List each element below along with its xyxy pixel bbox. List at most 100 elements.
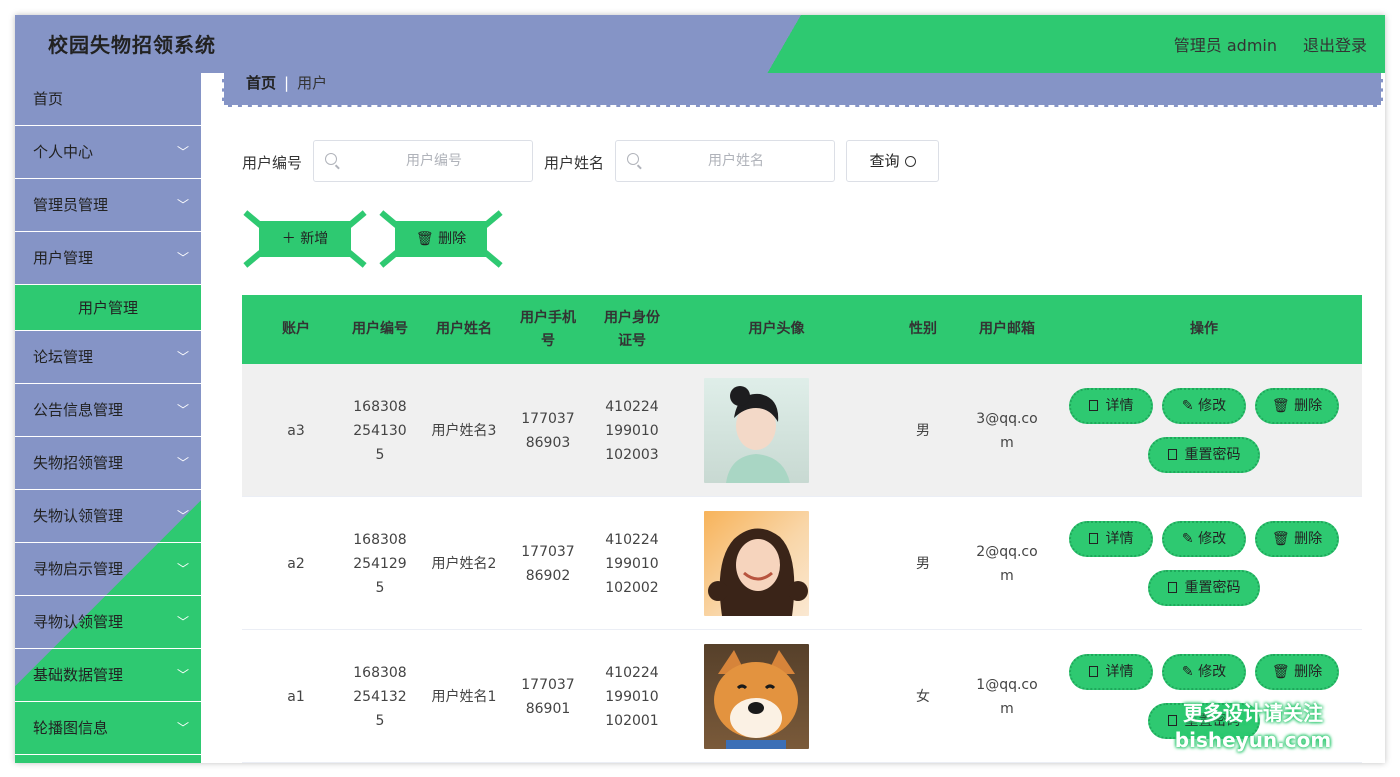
column-header-id-card: 用户身份证号: [590, 295, 674, 364]
cell-email: 1@qq.com: [967, 630, 1047, 763]
chevron-down-icon: ﹀: [177, 490, 189, 542]
sidebar-item-label: 用户管理: [33, 249, 93, 267]
cell-user-name: 用户姓名3: [422, 364, 506, 497]
search-icon: [627, 153, 639, 165]
sidebar-item-forum-management[interactable]: 论坛管理﹀: [15, 331, 201, 384]
watermark-line-1: 更多设计请关注: [1173, 700, 1333, 727]
sidebar-subitem-user-management[interactable]: 用户管理: [15, 285, 201, 331]
app-title: 校园失物招领系统: [48, 29, 216, 58]
cell-id-card: 410224199010102002: [590, 497, 674, 630]
cell-gender: 男: [879, 497, 967, 630]
sidebar-item-lost-found-management[interactable]: 失物招领管理 ﹀: [15, 437, 201, 490]
column-header-user-name: 用户姓名: [422, 295, 506, 364]
edit-button[interactable]: ✎ 修改: [1162, 388, 1246, 424]
chevron-down-icon: ﹀: [177, 649, 189, 701]
cell-ops: 详情 ✎ 修改 🗑 删除 重置密码: [1069, 364, 1339, 497]
column-header-user-no: 用户编号: [338, 295, 422, 364]
sidebar-item-label: 管理员管理: [33, 196, 108, 214]
sidebar-item-admin-management[interactable]: 管理员管理 ﹀: [15, 179, 201, 232]
delete-button[interactable]: 🗑 删除: [1255, 654, 1339, 690]
cell-avatar: [674, 630, 879, 763]
sidebar-item-label: 失物认领管理: [33, 507, 123, 525]
avatar: [704, 378, 809, 483]
cell-phone: 17703786902: [506, 497, 590, 630]
cell-user-no: 1683082541325: [338, 630, 422, 763]
add-button-label: 新增: [300, 231, 328, 247]
breadcrumb-separator: |: [284, 74, 289, 92]
sidebar-item-label: 个人中心: [33, 143, 93, 161]
table-row: a3 1683082541305 用户姓名3 17703786903 41022…: [242, 364, 1362, 497]
sidebar-item-home[interactable]: 首页: [15, 73, 201, 126]
cell-email: 2@qq.com: [967, 497, 1047, 630]
current-user-label: 管理员 admin: [1174, 32, 1277, 56]
detail-button[interactable]: 详情: [1069, 654, 1153, 690]
document-icon: [1168, 582, 1177, 593]
edit-button[interactable]: ✎ 修改: [1162, 521, 1246, 557]
sidebar-item-label: 论坛管理: [33, 348, 93, 366]
trash-icon: 🗑: [416, 231, 434, 247]
chevron-down-icon: ﹀: [177, 702, 189, 754]
user-name-search-box[interactable]: [615, 140, 835, 182]
trash-icon: 🗑: [1272, 531, 1290, 547]
table-header: 账户 用户编号 用户姓名 用户手机号 用户身份证号 用户头像 性别 用户邮箱 操…: [242, 295, 1362, 364]
batch-delete-button[interactable]: 🗑 删除: [395, 221, 487, 257]
cell-user-no: 1683082541305: [338, 364, 422, 497]
avatar: [704, 644, 809, 749]
sidebar-item-label: 轮播图信息: [33, 719, 108, 737]
sidebar-item-personal-center[interactable]: 个人中心 ﹀: [15, 126, 201, 179]
app-window: 校园失物招领系统 管理员 admin 退出登录 首页 个人中心﹀ 管理员管理﹀ …: [15, 15, 1385, 763]
delete-button[interactable]: 🗑 删除: [1255, 388, 1339, 424]
document-icon: [1089, 533, 1098, 544]
breadcrumb-home[interactable]: 首页: [246, 74, 276, 92]
edit-button[interactable]: ✎ 修改: [1162, 654, 1246, 690]
logout-link[interactable]: 退出登录: [1303, 32, 1367, 56]
chevron-down-icon: ﹀: [177, 437, 189, 489]
pencil-icon: ✎: [1182, 664, 1194, 680]
query-button[interactable]: 查询: [846, 140, 939, 182]
sidebar-item-user-management[interactable]: 用户管理﹀: [15, 232, 201, 285]
pencil-icon: ✎: [1182, 398, 1194, 414]
trash-icon: 🗑: [1272, 664, 1290, 680]
document-icon: [1089, 666, 1098, 677]
sidebar-item-lost-notice-management[interactable]: 寻物启示管理﹀: [15, 543, 201, 596]
chevron-down-icon: ﹀: [177, 179, 189, 231]
cell-user-name: 用户姓名2: [422, 497, 506, 630]
breadcrumb: 首页|用户: [222, 73, 1383, 107]
sidebar-item-announcement-management[interactable]: 公告信息管理﹀: [15, 384, 201, 437]
user-name-search-label: 用户姓名: [544, 152, 604, 173]
trash-icon: 🗑: [1272, 398, 1290, 414]
watermark-line-2: bisheyun.com: [1173, 727, 1333, 754]
sidebar-item-claim-management[interactable]: 失物认领管理 ﹀: [15, 490, 201, 543]
sidebar-item-carousel-info[interactable]: 轮播图信息 ﹀: [15, 702, 201, 755]
cell-account: a3: [242, 364, 350, 497]
cell-gender: 女: [879, 630, 967, 763]
delete-button-label: 删除: [438, 231, 466, 247]
sidebar-item-base-data-management[interactable]: 基础数据管理 ﹀: [15, 649, 201, 702]
column-header-phone: 用户手机号: [506, 295, 590, 364]
sidebar-item-search-claim-management[interactable]: 寻物认领管理﹀: [15, 596, 201, 649]
cell-gender: 男: [879, 364, 967, 497]
detail-button[interactable]: 详情: [1069, 388, 1153, 424]
cell-email: 3@qq.com: [967, 364, 1047, 497]
cell-account: a1: [242, 630, 350, 763]
user-name-search-input[interactable]: [646, 141, 826, 181]
cell-user-no: 1683082541295: [338, 497, 422, 630]
plus-icon: ＋: [282, 231, 296, 247]
add-button[interactable]: ＋ 新增: [259, 221, 351, 257]
sidebar-item-label: 失物招领管理: [33, 454, 123, 472]
sidebar-menu: 首页 个人中心﹀ 管理员管理﹀ 用户管理﹀ 用户管理 论坛管理﹀ 公告信息管理﹀…: [15, 73, 201, 763]
chevron-down-icon: ﹀: [177, 126, 189, 178]
detail-button[interactable]: 详情: [1069, 521, 1153, 557]
search-icon: [905, 156, 916, 167]
reset-password-button[interactable]: 重置密码: [1148, 570, 1260, 606]
cell-id-card: 410224199010102003: [590, 364, 674, 497]
sidebar-item-label: 基础数据管理: [33, 666, 123, 684]
column-header-gender: 性别: [879, 295, 967, 364]
top-header: 校园失物招领系统 管理员 admin 退出登录: [15, 15, 1385, 73]
delete-button[interactable]: 🗑 删除: [1255, 521, 1339, 557]
user-no-search-box[interactable]: [313, 140, 533, 182]
cell-user-name: 用户姓名1: [422, 630, 506, 763]
user-no-search-input[interactable]: [344, 141, 524, 181]
query-button-label: 查询: [869, 152, 899, 170]
reset-password-button[interactable]: 重置密码: [1148, 437, 1260, 473]
